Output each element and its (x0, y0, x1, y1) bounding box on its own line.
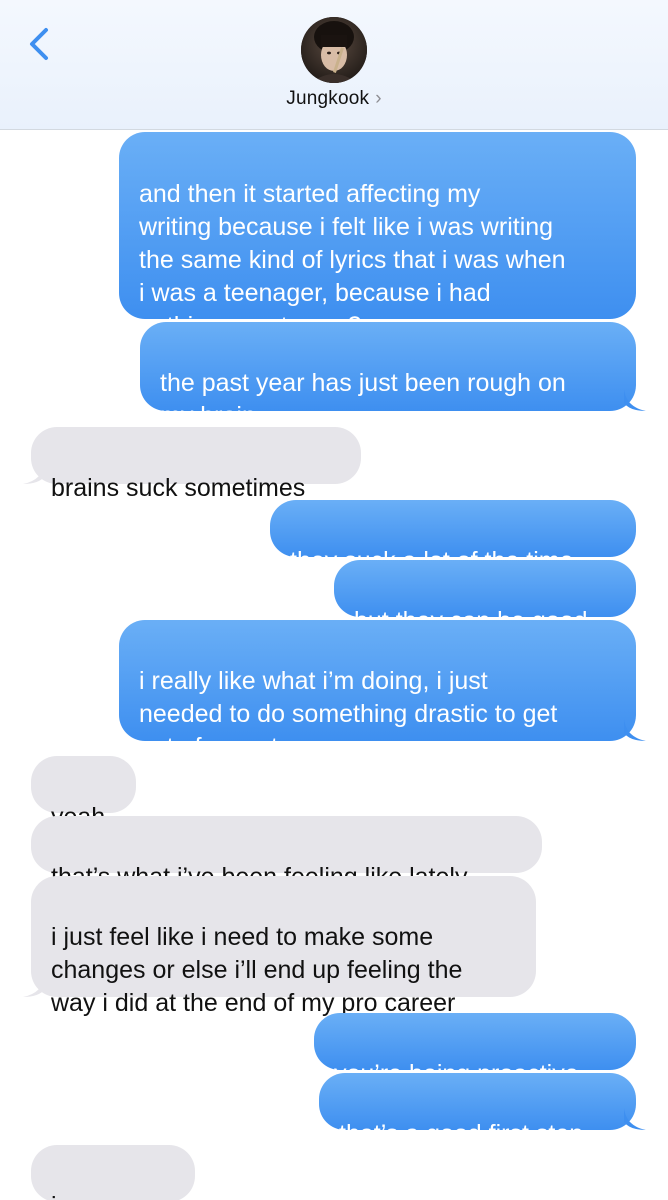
avatar[interactable] (301, 17, 367, 83)
bubble-tail-received (23, 975, 45, 997)
chevron-right-icon: › (375, 88, 382, 109)
message-bubble-received[interactable]: i just feel like i need to make some cha… (31, 876, 536, 1017)
contact-name-label: Jungkook (286, 88, 370, 109)
bubble-tail-sent (624, 719, 646, 741)
message-text: brains suck sometimes (51, 474, 306, 502)
messages-screen: Jungkook › and then it started affecting … (0, 0, 668, 1200)
message-text: that’s a good first step (339, 1120, 584, 1148)
message-bubble-sent[interactable]: and then it started affecting my writing… (119, 132, 636, 340)
contact-photo (301, 17, 367, 83)
contact-name-button[interactable]: Jungkook › (0, 88, 668, 110)
message-bubble-received[interactable]: i guess so (31, 1145, 195, 1200)
message-text: i guess so (51, 1192, 164, 1200)
back-button[interactable] (18, 22, 62, 66)
message-text: i really like what i’m doing, i just nee… (139, 667, 558, 761)
message-bubble-sent[interactable]: i really like what i’m doing, i just nee… (119, 620, 636, 761)
message-text: i just feel like i need to make some cha… (51, 923, 463, 1017)
message-text: the past year has just been rough on my … (160, 369, 566, 430)
message-bubble-sent[interactable]: the past year has just been rough on my … (140, 322, 636, 430)
chevron-left-icon (30, 28, 48, 60)
message-bubble-sent[interactable]: but they can be good (334, 560, 636, 635)
message-bubble-received[interactable]: yeah (31, 756, 136, 831)
message-text: and then it started affecting my writing… (139, 180, 566, 340)
bubble-tail-received (23, 462, 45, 484)
message-bubble-received[interactable]: brains suck sometimes (31, 427, 361, 502)
message-bubble-sent[interactable]: that’s a good first step (319, 1073, 636, 1148)
bubble-tail-sent (624, 389, 646, 411)
message-bubble-received[interactable]: that’s what i’ve been feeling like latel… (31, 816, 542, 891)
conversation-header: Jungkook › (0, 0, 668, 130)
message-bubble-sent[interactable]: you’re being proactive (314, 1013, 636, 1088)
message-bubble-sent[interactable]: they suck a lot of the time (270, 500, 636, 575)
bubble-tail-sent (624, 1108, 646, 1130)
